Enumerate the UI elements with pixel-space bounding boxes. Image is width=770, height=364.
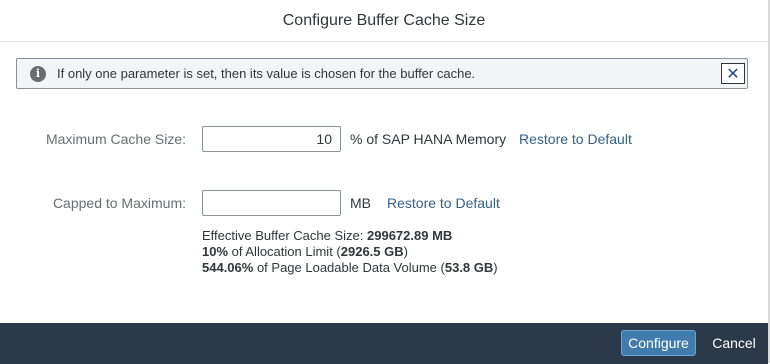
capped-to-maximum-label: Capped to Maximum: — [52, 195, 186, 211]
dialog-title: Configure Buffer Cache Size — [282, 11, 486, 29]
max-cache-size-unit: % of SAP HANA Memory — [350, 131, 507, 147]
capped-restore-default-link[interactable]: Restore to Default — [387, 195, 500, 211]
dialog-header: Configure Buffer Cache Size — [0, 0, 768, 42]
close-icon[interactable]: ✕ — [721, 63, 745, 84]
allocation-limit-value: 2926.5 GB — [340, 244, 404, 259]
allocation-limit-line: 10% of Allocation Limit (2926.5 GB) — [202, 244, 408, 259]
data-volume-line: 544.06% of Page Loadable Data Volume (53… — [202, 260, 498, 275]
allocation-percent-value: 10% — [202, 244, 229, 259]
configure-buffer-cache-dialog: Configure Buffer Cache Size i If only on… — [0, 0, 770, 364]
info-icon: i — [30, 65, 46, 82]
effective-size-line: Effective Buffer Cache Size: 299672.89 M… — [202, 228, 453, 243]
effective-size-value: 299672.89 MB — [367, 228, 453, 243]
data-volume-percent-value: 544.06% — [202, 260, 254, 275]
max-cache-size-value: 10 — [316, 131, 332, 147]
buffer-cache-summary: Effective Buffer Cache Size: 299672.89 M… — [202, 228, 498, 276]
info-message-text: If only one parameter is set, then its v… — [57, 66, 476, 81]
configure-button[interactable]: Configure — [621, 330, 696, 356]
max-cache-restore-default-link[interactable]: Restore to Default — [519, 131, 632, 147]
info-message-strip: i If only one parameter is set, then its… — [16, 58, 748, 89]
capped-to-maximum-unit: MB — [350, 195, 371, 211]
max-cache-size-label: Maximum Cache Size: — [45, 131, 186, 147]
capped-to-maximum-input[interactable] — [202, 190, 341, 216]
cancel-button[interactable]: Cancel — [706, 330, 762, 356]
data-volume-value: 53.8 GB — [444, 260, 494, 275]
dialog-footer: Configure Cancel — [0, 323, 768, 364]
max-cache-size-input[interactable]: 10 — [202, 126, 341, 152]
